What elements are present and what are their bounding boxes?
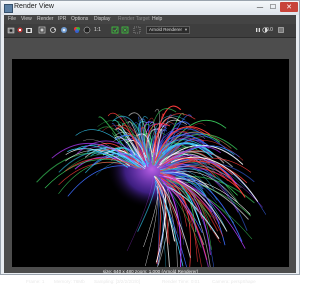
region-icon[interactable] — [133, 26, 141, 34]
menu-view[interactable]: View — [21, 16, 32, 22]
hair-render — [36, 105, 267, 267]
snapshot-icon[interactable] — [25, 26, 33, 34]
remove-image-icon[interactable] — [121, 26, 129, 34]
display-icon[interactable] — [60, 26, 68, 34]
menu-help[interactable]: Help — [152, 16, 162, 22]
chevron-down-icon: ▼ — [184, 27, 188, 32]
alpha-channel-icon[interactable] — [83, 26, 91, 34]
render-view-panel: File View Render IPR Options Display Ren… — [4, 15, 296, 284]
menu-render[interactable]: Render — [37, 16, 53, 22]
menu-file[interactable]: File — [8, 16, 16, 22]
rgb-channel-icon[interactable] — [73, 26, 81, 34]
menu-options[interactable]: Options — [71, 16, 88, 22]
render-view-window: Render View — ☐ ✕ File View Render IPR O… — [0, 0, 300, 284]
menu-bar: File View Render IPR Options Display Ren… — [4, 15, 296, 24]
renderer-select-value: Arnold Renderer — [149, 27, 183, 32]
render-info-line: size: 640 x 480 zoom: 1.000 (Arnold Rend… — [102, 269, 199, 274]
rendered-image — [12, 59, 289, 267]
exposure-value[interactable]: 0.0 — [266, 27, 273, 33]
app-icon — [4, 4, 13, 13]
renderer-select[interactable]: Arnold Renderer ▼ — [146, 26, 190, 34]
menu-ipr[interactable]: IPR — [58, 16, 66, 22]
render-status-row: Frame: 1 Memory: 76Mb Sampling: [3/2/2/2… — [12, 279, 289, 287]
refresh-icon[interactable] — [49, 26, 57, 34]
keep-image-icon[interactable] — [111, 26, 119, 34]
maximize-button[interactable]: ☐ — [267, 2, 279, 12]
window-title: Render View — [14, 3, 54, 10]
redo-icon[interactable] — [16, 26, 24, 34]
sampling-status: Sampling: [3/2/2/2/2/0] — [94, 279, 140, 284]
render-toolbar: 1:1 Arnold Renderer ▼ 0.0 — [4, 24, 296, 38]
render-viewport[interactable]: size: 640 x 480 zoom: 1.000 (Arnold Rend… — [4, 38, 296, 284]
gamma-icon[interactable] — [277, 26, 285, 34]
menu-render-target[interactable]: Render Target — [118, 16, 150, 22]
title-bar[interactable]: Render View — ☐ ✕ — [1, 1, 299, 15]
close-button[interactable]: ✕ — [280, 2, 298, 12]
frame-status: Frame: 1 — [26, 279, 45, 284]
zoom-ratio-button[interactable]: 1:1 — [94, 27, 101, 33]
minimize-button[interactable]: — — [254, 2, 266, 12]
render-icon[interactable] — [7, 26, 15, 34]
camera-status: Camera: perspShape — [212, 279, 256, 284]
render-time-status: Render Time: 0:01 — [162, 279, 200, 284]
menu-display[interactable]: Display — [94, 16, 110, 22]
ipr-icon[interactable] — [38, 26, 46, 34]
memory-status: Memory: 76Mb — [54, 279, 85, 284]
